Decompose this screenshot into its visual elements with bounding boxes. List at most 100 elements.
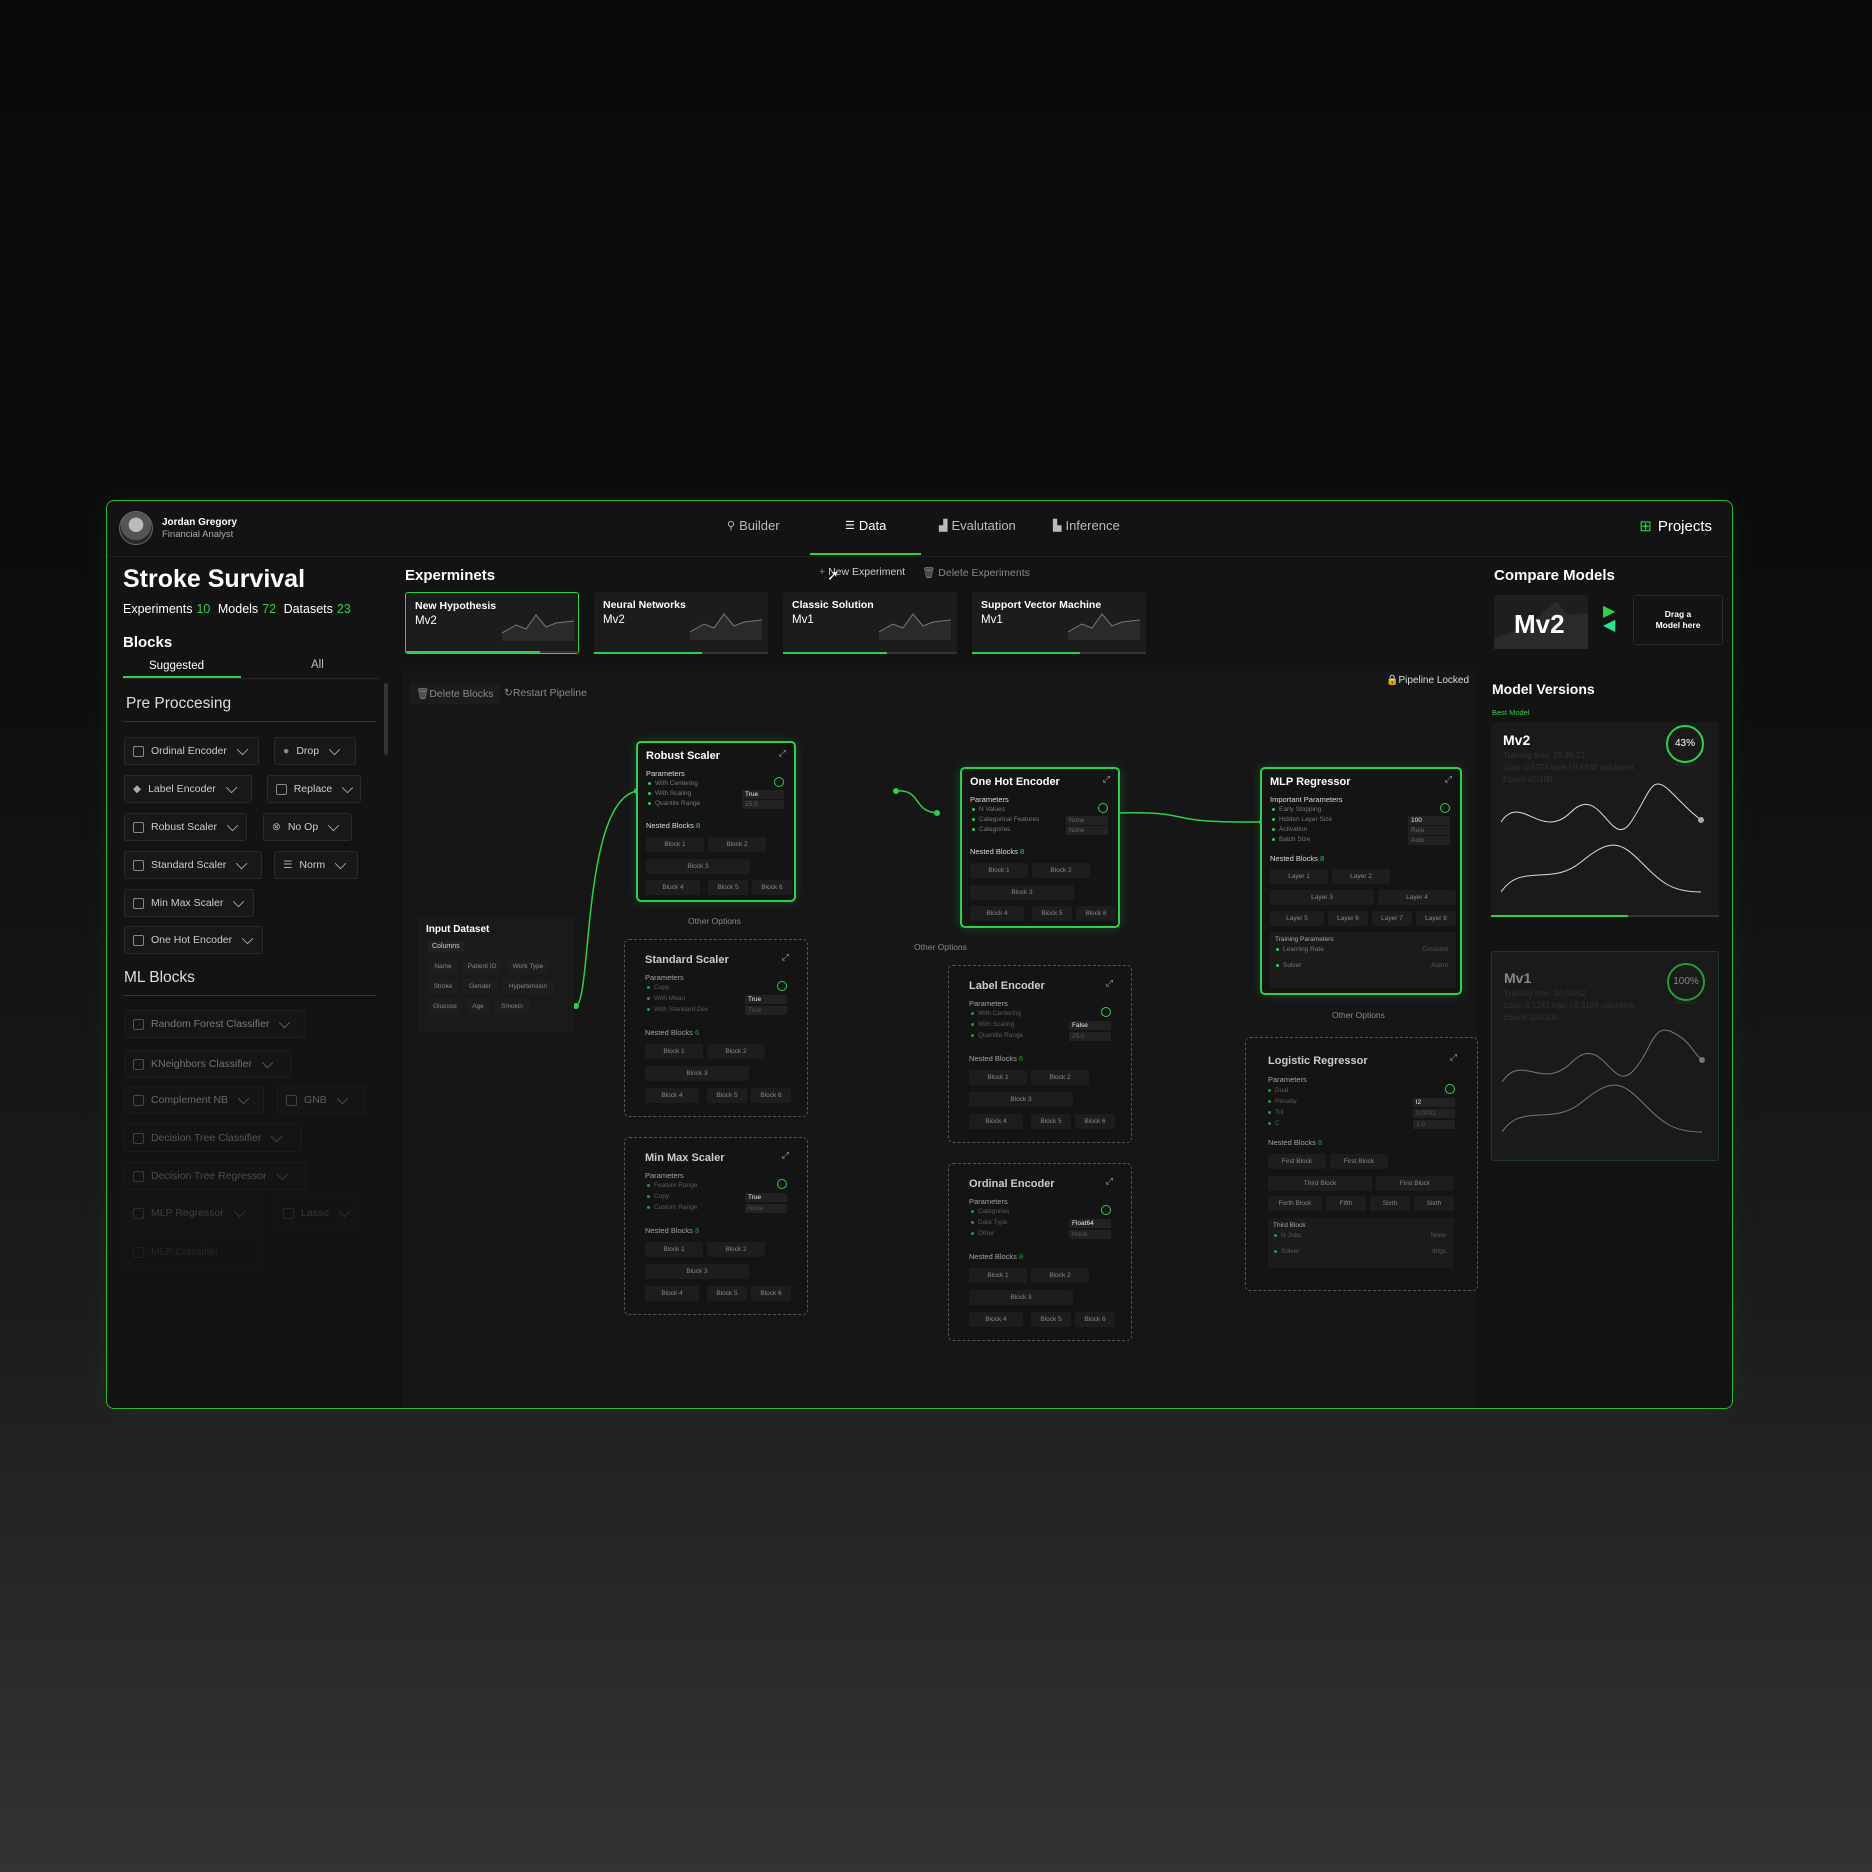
nested-block[interactable]: Block 6 bbox=[751, 1286, 791, 1301]
nested-block[interactable]: Layer 4 bbox=[1378, 890, 1456, 905]
nested-block[interactable]: Block 3 bbox=[646, 859, 750, 874]
nested-block[interactable]: Block 5 bbox=[708, 880, 748, 895]
nested-block[interactable]: Block 1 bbox=[969, 1070, 1027, 1085]
expand-icon[interactable]: ⤢ bbox=[782, 1150, 789, 1161]
block-mlp-classifier[interactable]: MLP Classifier bbox=[124, 1238, 264, 1266]
nested-block[interactable]: Block 6 bbox=[751, 1088, 791, 1103]
nested-block[interactable]: Block 4 bbox=[646, 880, 700, 895]
nested-block[interactable]: Block 1 bbox=[969, 1268, 1027, 1283]
nested-block[interactable]: Block 5 bbox=[1032, 906, 1072, 921]
expand-icon[interactable]: ⤢ bbox=[782, 952, 789, 963]
nested-block[interactable]: Block 3 bbox=[970, 885, 1074, 900]
label-encoder-node[interactable]: Label Encoder ⤢ Parameters With Centering… bbox=[948, 965, 1132, 1143]
nested-block[interactable]: Layer 2 bbox=[1332, 869, 1390, 884]
nested-block[interactable]: Block 1 bbox=[645, 1044, 703, 1059]
nested-block[interactable]: Block 2 bbox=[708, 837, 766, 852]
nested-block[interactable]: Block 4 bbox=[645, 1286, 699, 1301]
nested-block[interactable]: Layer 8 bbox=[1416, 911, 1456, 926]
nested-block[interactable]: Fifth bbox=[1326, 1196, 1366, 1211]
experiment-card[interactable]: Support Vector Machine Mv1 bbox=[972, 592, 1146, 654]
nested-block[interactable]: Block 3 bbox=[645, 1066, 749, 1081]
expand-icon[interactable]: ⤢ bbox=[1445, 774, 1452, 785]
columns-dropdown[interactable]: Columns bbox=[428, 941, 464, 952]
column-chip[interactable]: Stroke bbox=[428, 979, 458, 994]
avatar[interactable] bbox=[119, 511, 153, 545]
expand-icon[interactable]: ⤢ bbox=[1106, 1176, 1113, 1187]
expand-icon[interactable]: ⤢ bbox=[1450, 1052, 1457, 1063]
nested-block[interactable]: Block 3 bbox=[645, 1264, 749, 1279]
nested-block[interactable]: Layer 7 bbox=[1372, 911, 1412, 926]
nested-block[interactable]: Block 4 bbox=[645, 1088, 699, 1103]
nested-block[interactable]: Block 1 bbox=[646, 837, 704, 852]
block-no-op[interactable]: ⊗ No Op bbox=[263, 813, 352, 841]
block-replace[interactable]: Replace bbox=[267, 775, 361, 803]
sidebar-scrollbar[interactable] bbox=[384, 683, 388, 755]
nested-block[interactable]: Block 5 bbox=[1031, 1312, 1071, 1327]
robust-scaler-node[interactable]: Robust Scaler ⤢ Parameters With Centering… bbox=[636, 741, 796, 902]
nested-block[interactable]: Layer 1 bbox=[1270, 869, 1328, 884]
nested-block[interactable]: Layer 5 bbox=[1270, 911, 1324, 926]
nested-block[interactable]: Block 4 bbox=[969, 1312, 1023, 1327]
nested-block[interactable]: First Block bbox=[1376, 1176, 1454, 1191]
block-lasso[interactable]: Lasso bbox=[274, 1199, 360, 1227]
tab-suggested[interactable]: Suggested bbox=[149, 660, 204, 672]
nested-block[interactable]: First Block bbox=[1268, 1154, 1326, 1169]
one-hot-encoder-node[interactable]: One Hot Encoder ⤢ Parameters N Values Cat… bbox=[960, 767, 1120, 928]
nested-block[interactable]: Block 2 bbox=[1031, 1268, 1089, 1283]
column-chip[interactable]: Smokin bbox=[494, 999, 530, 1014]
nested-block[interactable]: Block 5 bbox=[707, 1088, 747, 1103]
block-robust-scaler[interactable]: Robust Scaler bbox=[124, 813, 247, 841]
nested-block[interactable]: First Block bbox=[1330, 1154, 1388, 1169]
nested-block[interactable]: Block 1 bbox=[645, 1242, 703, 1257]
nested-block[interactable]: Block 2 bbox=[1031, 1070, 1089, 1085]
block-random-forest[interactable]: Random Forest Classifier bbox=[124, 1010, 306, 1038]
nav-inference[interactable]: ▙ Inference bbox=[1053, 518, 1120, 533]
model-version-card[interactable]: Mv1 Training time: 10:50:52 Loss: 0.1243… bbox=[1491, 951, 1719, 1161]
nested-block[interactable]: Block 5 bbox=[1031, 1114, 1071, 1129]
column-chip[interactable]: Hypertension bbox=[502, 979, 554, 994]
block-complement-nb[interactable]: Complement NB bbox=[124, 1086, 264, 1114]
nested-block[interactable]: Block 6 bbox=[1075, 1114, 1115, 1129]
nested-block[interactable]: Layer 3 bbox=[1270, 890, 1374, 905]
nested-block[interactable]: Block 3 bbox=[969, 1290, 1073, 1305]
block-norm[interactable]: ☰ Norm bbox=[274, 851, 358, 879]
block-label-encoder[interactable]: ◆ Label Encoder bbox=[124, 775, 252, 803]
nav-evaluation[interactable]: ▟ Evalutation bbox=[939, 518, 1016, 533]
min-max-scaler-node[interactable]: Min Max Scaler ⤢ Parameters Feature Range… bbox=[624, 1137, 808, 1315]
block-drop[interactable]: ● Drop bbox=[274, 737, 356, 765]
nested-block[interactable]: Third Block bbox=[1268, 1176, 1372, 1191]
nested-block[interactable]: Sixth bbox=[1414, 1196, 1454, 1211]
swap-icon[interactable]: ▶ ◀ bbox=[1603, 604, 1615, 634]
pipeline-canvas[interactable]: 🗑Delete Blocks ↻Restart Pipeline 🔒Pipeli… bbox=[402, 671, 1478, 1408]
nested-block[interactable]: Block 4 bbox=[970, 906, 1024, 921]
model-version-card[interactable]: Mv2 Training time: 05:39:23 Loss: 0.5754… bbox=[1491, 722, 1719, 917]
column-chip[interactable]: Age bbox=[466, 999, 490, 1014]
block-mlp-regressor[interactable]: MLP Regressor bbox=[124, 1199, 264, 1227]
experiment-card[interactable]: Classic Solution Mv1 bbox=[783, 592, 957, 654]
block-gnb[interactable]: GNB bbox=[277, 1086, 365, 1114]
expand-icon[interactable]: ⤢ bbox=[1103, 774, 1110, 785]
nested-block[interactable]: Sixth bbox=[1370, 1196, 1410, 1211]
experiment-card[interactable]: New Hypothesis Mv2 bbox=[405, 592, 579, 654]
mlp-regressor-node[interactable]: MLP Regressor ⤢ Important Parameters Earl… bbox=[1260, 767, 1462, 995]
experiment-card[interactable]: Neural Networks Mv2 bbox=[594, 592, 768, 654]
column-chip[interactable]: Gender bbox=[462, 979, 498, 994]
nav-data[interactable]: ☰ Data bbox=[845, 518, 886, 533]
nested-block[interactable]: Block 6 bbox=[1075, 1312, 1115, 1327]
column-chip[interactable]: Name bbox=[428, 959, 458, 974]
nested-block[interactable]: Block 2 bbox=[1032, 863, 1090, 878]
compare-model-slot[interactable]: Mv2 bbox=[1494, 595, 1588, 649]
nested-block[interactable]: Block 1 bbox=[970, 863, 1028, 878]
expand-icon[interactable]: ⤢ bbox=[1106, 978, 1113, 989]
projects-button[interactable]: ⊞ Projects bbox=[1639, 517, 1712, 536]
nested-block[interactable]: Block 2 bbox=[707, 1242, 765, 1257]
block-one-hot-encoder[interactable]: One Hot Encoder bbox=[124, 926, 263, 954]
column-chip[interactable]: Patient ID bbox=[462, 959, 502, 974]
nested-block[interactable]: Block 4 bbox=[969, 1114, 1023, 1129]
column-chip[interactable]: Glucose bbox=[428, 999, 462, 1014]
nested-block[interactable]: Block 6 bbox=[752, 880, 792, 895]
column-chip[interactable]: Work Type bbox=[506, 959, 550, 974]
nested-block[interactable]: Block 6 bbox=[1076, 906, 1116, 921]
tab-all[interactable]: All bbox=[311, 659, 324, 671]
nested-block[interactable]: Block 3 bbox=[969, 1092, 1073, 1107]
